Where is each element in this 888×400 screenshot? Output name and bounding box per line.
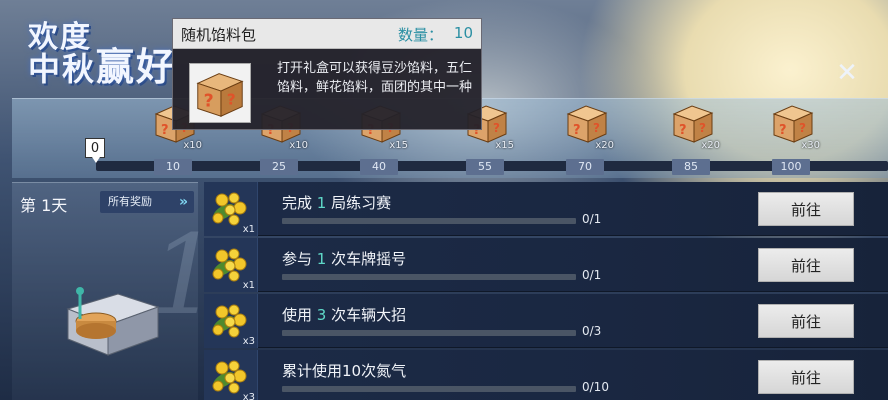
task-title-suffix: 次车辆大招 — [326, 306, 407, 324]
task-reward-count: x3 — [242, 392, 255, 400]
task-progress-text: 0/10 — [582, 380, 609, 394]
milestone-reward-count: x15 — [495, 140, 514, 151]
osmanthus-flower-icon: x1 — [204, 238, 258, 292]
svg-text:?: ? — [573, 123, 581, 138]
task-title-number: 1 — [316, 194, 327, 212]
go-button[interactable]: 前往 — [758, 248, 854, 282]
task-reward-count: x1 — [242, 280, 255, 291]
milestone-threshold: 25 — [260, 159, 298, 175]
double-chevron-right-icon: » — [178, 194, 188, 210]
task-title-prefix: 参与 — [282, 250, 317, 268]
tooltip-quantity-label: 数量： — [397, 26, 443, 44]
svg-text:?: ? — [593, 121, 600, 135]
tooltip-item-name: 随机馅料包 — [181, 26, 257, 44]
task-row: x3 累计使用10次氮气 0/10 前往 — [204, 350, 888, 400]
all-rewards-button[interactable]: 所有奖励 » — [100, 191, 194, 213]
svg-text:?: ? — [779, 123, 787, 138]
task-title: 累计使用10次氮气 — [282, 360, 406, 381]
event-title-logo: 欢度 中秋 赢好 — [0, 0, 200, 100]
svg-text:?: ? — [699, 121, 706, 135]
svg-text:?: ? — [204, 92, 214, 112]
tooltip-quantity-value: 10 — [453, 24, 473, 42]
task-title-number: 3 — [316, 306, 327, 324]
svg-text:?: ? — [161, 123, 169, 138]
task-progress-bar — [282, 330, 576, 336]
milestone-reward-count: x15 — [389, 140, 408, 151]
task-title: 使用 3 次车辆大招 — [282, 304, 406, 325]
go-button[interactable]: 前往 — [758, 192, 854, 226]
close-button[interactable]: ✕ — [832, 58, 862, 88]
milestone-reward-count: x20 — [595, 140, 614, 151]
svg-text:?: ? — [227, 91, 236, 109]
milestone-reward-count: x20 — [701, 140, 720, 151]
task-progress-text: 0/1 — [582, 268, 602, 282]
milestone-threshold: 85 — [672, 159, 710, 175]
go-button[interactable]: 前往 — [758, 304, 854, 338]
milestone-threshold: 55 — [466, 159, 504, 175]
event-screen: 欢度 中秋 赢好 ✕ 0 ? ? x10 10 ? ? x10 25 ? ? x… — [0, 0, 888, 400]
svg-text:?: ? — [679, 123, 687, 138]
task-title-prefix: 完成 — [282, 194, 317, 212]
go-button[interactable]: 前往 — [758, 360, 854, 394]
task-progress-bar — [282, 274, 576, 280]
task-title-number: 1 — [316, 250, 327, 268]
task-title: 参与 1 次车牌摇号 — [282, 248, 406, 269]
title-line-2b: 赢好 — [96, 44, 177, 89]
task-progress-text: 0/3 — [582, 324, 602, 338]
mystery-crate-icon: ? ? — [196, 73, 244, 117]
tooltip-item-icon: ? ? — [189, 63, 251, 123]
tooltip-header: 随机馅料包 数量： 10 — [173, 19, 481, 49]
milestone-threshold: 10 — [154, 159, 192, 175]
day-panel: 1 第 1天 所有奖励 » — [12, 182, 220, 400]
osmanthus-flower-icon: x1 — [204, 182, 258, 236]
tooltip-description: 打开礼盒可以获得豆沙馅料，五仁馅料，鲜花馅料，面团的其中一种 — [277, 61, 473, 95]
task-reward-count: x3 — [242, 336, 255, 347]
mooncake-gift-box-icon — [66, 287, 160, 356]
milestone-reward[interactable]: ? ? x30 100 — [764, 100, 820, 176]
osmanthus-flower-icon: x3 — [204, 350, 258, 400]
milestone-reward[interactable]: ? ? x20 85 — [664, 100, 720, 176]
task-title: 完成 1 局练习赛 — [282, 192, 391, 213]
task-row: x1 完成 1 局练习赛 0/1 前往 — [204, 182, 888, 236]
task-row: x3 使用 3 次车辆大招 0/3 前往 — [204, 294, 888, 348]
svg-text:?: ? — [493, 121, 500, 135]
task-reward-count: x1 — [242, 224, 255, 235]
milestone-reward-count: x10 — [289, 140, 308, 151]
milestone-reward-count: x10 — [183, 140, 202, 151]
title-line-2: 中秋 — [28, 50, 97, 88]
osmanthus-flower-icon: x3 — [204, 294, 258, 348]
milestone-threshold: 40 — [360, 159, 398, 175]
task-title-suffix: 局练习赛 — [326, 194, 392, 212]
item-tooltip: 随机馅料包 数量： 10 ? ? 打开礼盒可以获得豆沙馅料，五仁馅料，鲜花馅料，… — [172, 18, 482, 130]
milestone-reward-count: x30 — [801, 140, 820, 151]
all-rewards-label: 所有奖励 — [108, 195, 152, 208]
milestone-reward[interactable]: ? ? x20 70 — [558, 100, 614, 176]
milestone-threshold: 100 — [772, 159, 810, 175]
task-title-prefix: 累计使用10次氮气 — [282, 362, 407, 380]
task-title-suffix: 次车牌摇号 — [326, 250, 407, 268]
svg-text:?: ? — [799, 121, 806, 135]
task-progress-bar — [282, 218, 576, 224]
task-row: x1 参与 1 次车牌摇号 0/1 前往 — [204, 238, 888, 292]
current-progress-marker: 0 — [85, 138, 105, 163]
day-label: 第 1天 — [20, 196, 68, 215]
milestone-threshold: 70 — [566, 159, 604, 175]
task-progress-bar — [282, 386, 576, 392]
task-progress-text: 0/1 — [582, 212, 602, 226]
task-title-prefix: 使用 — [282, 306, 317, 324]
